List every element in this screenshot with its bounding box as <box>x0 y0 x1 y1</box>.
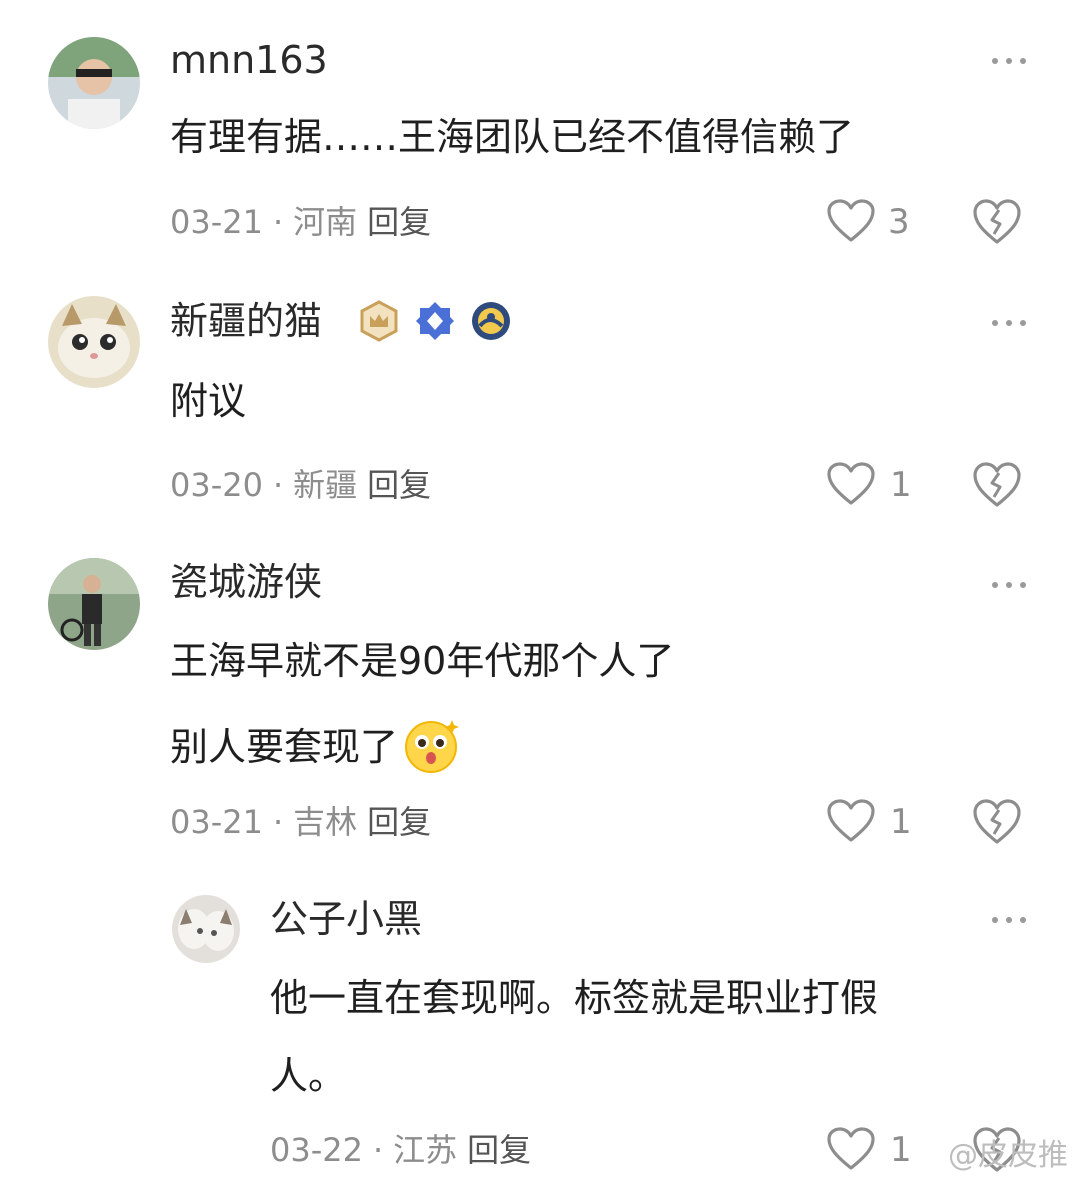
more-dots-icon[interactable] <box>992 580 1026 590</box>
heart-outline-icon[interactable] <box>826 1126 876 1172</box>
comment-date: 03-22 <box>270 1131 363 1169</box>
crown-badge-icon <box>360 300 398 342</box>
username[interactable]: 公子小黑 <box>270 896 422 942</box>
more-dots-icon[interactable] <box>992 56 1026 66</box>
more-dots-icon[interactable] <box>992 915 1026 925</box>
comment-meta: 03-20 · 新疆 回复 <box>170 466 432 504</box>
username[interactable]: 新疆的猫 <box>170 298 322 344</box>
comment-date: 03-21 <box>170 803 263 841</box>
comment-location: 新疆 <box>293 466 358 504</box>
heart-outline-icon[interactable] <box>826 198 876 244</box>
round-badge-icon <box>472 302 510 340</box>
comment-date: 03-21 <box>170 203 263 241</box>
watermark: @皮皮推 <box>948 1138 1068 1173</box>
reply-button[interactable]: 回复 <box>367 466 431 504</box>
like-count: 1 <box>890 1130 912 1170</box>
comment-meta: 03-21 · 吉林 回复 <box>170 803 432 841</box>
comment-text: 有理有据……王海团队已经不值得信赖了 <box>170 115 855 159</box>
diamond-badge-icon <box>416 302 454 340</box>
like-count: 3 <box>888 202 910 242</box>
username[interactable]: mnn163 <box>170 37 328 83</box>
heart-outline-icon[interactable] <box>826 798 876 844</box>
reply-button[interactable]: 回复 <box>367 803 431 841</box>
avatar[interactable] <box>48 296 140 388</box>
reply-button[interactable]: 回复 <box>367 203 431 241</box>
broken-heart-icon[interactable] <box>972 461 1022 509</box>
like-count: 1 <box>890 802 912 842</box>
user-badges <box>358 300 512 342</box>
broken-heart-icon[interactable] <box>972 198 1022 246</box>
comment-text: 王海早就不是90年代那个人了 <box>170 639 675 683</box>
comment-text: 附议 <box>170 379 247 423</box>
avatar[interactable] <box>48 37 140 129</box>
comment-location: 吉林 <box>293 803 358 841</box>
comment-meta: 03-22 · 江苏 回复 <box>270 1131 532 1169</box>
broken-heart-icon[interactable] <box>972 798 1022 846</box>
comment-meta: 03-21 · 河南 回复 <box>170 203 432 241</box>
comment-text: 他一直在套现啊。标签就是职业打假 <box>270 976 879 1020</box>
more-dots-icon[interactable] <box>992 318 1026 328</box>
like-count: 1 <box>890 465 912 505</box>
surprised-face-emoji <box>405 720 460 773</box>
comment-text-line: 别人要套现了 <box>170 716 460 774</box>
comment-location: 江苏 <box>393 1131 458 1169</box>
reply-button[interactable]: 回复 <box>467 1131 531 1169</box>
avatar[interactable] <box>48 558 140 650</box>
heart-outline-icon[interactable] <box>826 461 876 507</box>
username[interactable]: 瓷城游侠 <box>170 559 322 605</box>
avatar[interactable] <box>172 895 240 963</box>
comment-location: 河南 <box>293 203 358 241</box>
comment-text-line: 人。 <box>270 1054 347 1098</box>
comment-date: 03-20 <box>170 466 263 504</box>
comment-text-part: 别人要套现了 <box>170 725 399 769</box>
